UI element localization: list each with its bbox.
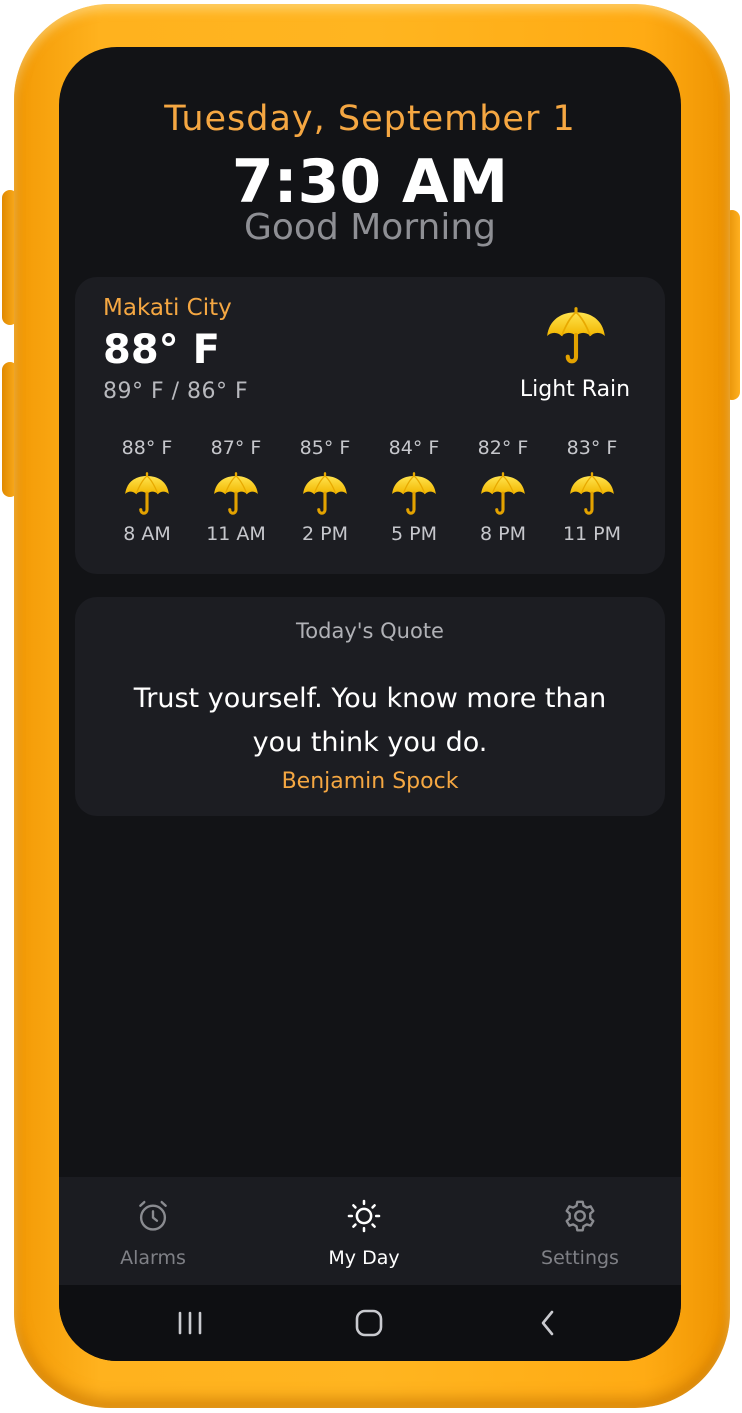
gear-icon	[565, 1200, 595, 1232]
home-icon[interactable]	[344, 1303, 394, 1343]
screen: Tuesday, September 1 7:30 AM Good Mornin…	[59, 47, 681, 1361]
umbrella-icon	[389, 469, 439, 519]
tab-my-day[interactable]: My Day	[279, 1197, 449, 1269]
hourly-forecast-item: 83° F 11 PM	[542, 437, 642, 545]
tab-label: Alarms	[120, 1247, 186, 1269]
hourly-time: 8 AM	[123, 523, 171, 545]
hourly-time: 5 PM	[391, 523, 437, 545]
hourly-temp: 83° F	[566, 437, 618, 459]
quote-card: Today's Quote Trust yourself. You know m…	[75, 597, 665, 816]
quote-title: Today's Quote	[296, 619, 444, 643]
date-label: Tuesday, September 1	[164, 99, 576, 139]
tab-label: Settings	[541, 1247, 619, 1269]
system-navigation-bar	[59, 1285, 681, 1361]
hourly-forecast-item: 82° F 8 PM	[453, 437, 553, 545]
alarm-clock-icon	[139, 1200, 167, 1231]
bottom-tab-bar: Alarms My Day Settings	[59, 1177, 681, 1285]
hourly-time: 2 PM	[302, 523, 348, 545]
umbrella-icon	[478, 469, 528, 519]
tab-alarms[interactable]: Alarms	[68, 1197, 238, 1269]
hourly-temp: 84° F	[388, 437, 440, 459]
hourly-forecast-item: 88° F 8 AM	[97, 437, 197, 545]
hourly-temp: 85° F	[299, 437, 351, 459]
hourly-forecast-item: 85° F 2 PM	[275, 437, 375, 545]
hourly-forecast-item: 84° F 5 PM	[364, 437, 464, 545]
tab-settings[interactable]: Settings	[495, 1197, 665, 1269]
hourly-time: 11 PM	[562, 523, 622, 545]
umbrella-icon	[567, 469, 617, 519]
weather-card[interactable]: Makati City 88° F 89° F / 86° F Light Ra…	[75, 277, 665, 574]
hourly-forecast-item: 87° F 11 AM	[186, 437, 286, 545]
tab-label: My Day	[328, 1247, 400, 1269]
sun-icon	[347, 1199, 381, 1233]
hourly-time: 8 PM	[480, 523, 526, 545]
hourly-temp: 88° F	[121, 437, 173, 459]
hourly-temp: 87° F	[210, 437, 262, 459]
back-icon[interactable]	[523, 1303, 573, 1343]
umbrella-icon	[300, 469, 350, 519]
recent-apps-icon[interactable]	[165, 1303, 215, 1343]
quote-author: Benjamin Spock	[281, 769, 459, 794]
quote-text: Trust yourself. You know more than you t…	[133, 683, 607, 758]
umbrella-icon	[543, 303, 609, 369]
hourly-temp: 82° F	[477, 437, 529, 459]
city-name: Makati City	[103, 295, 232, 321]
condition-label: Light Rain	[519, 377, 631, 402]
umbrella-icon	[211, 469, 261, 519]
umbrella-icon	[122, 469, 172, 519]
greeting-text: Good Morning	[244, 207, 496, 248]
temperature-range: 89° F / 86° F	[103, 379, 249, 404]
hourly-time: 11 AM	[206, 523, 266, 545]
current-temperature: 88° F	[103, 327, 220, 373]
